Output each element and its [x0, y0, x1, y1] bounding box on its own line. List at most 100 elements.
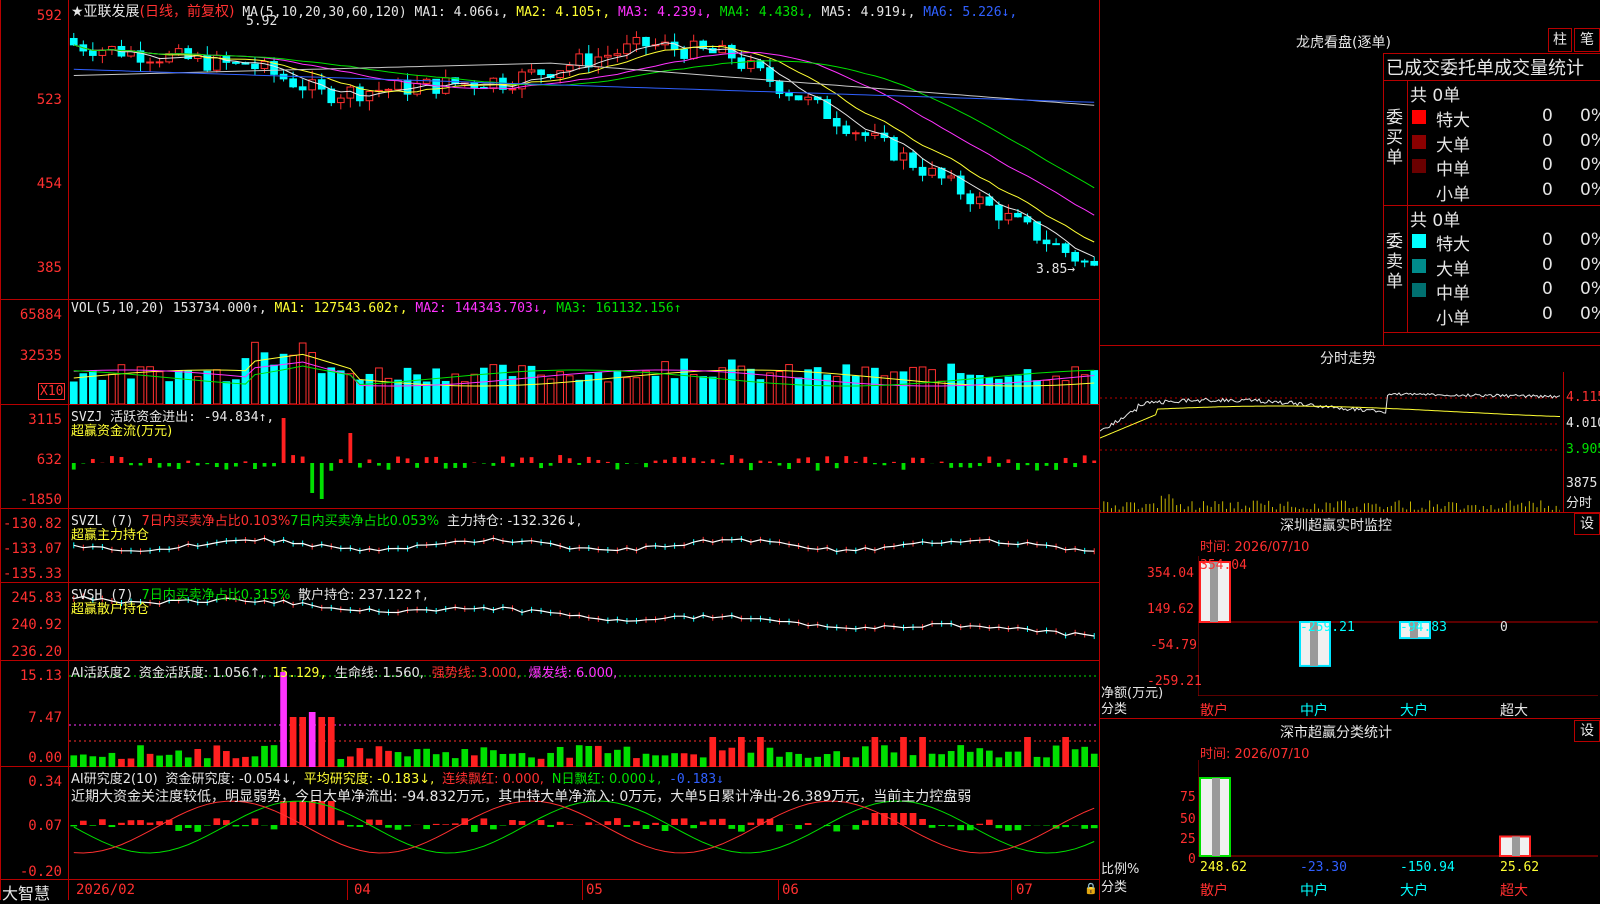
- intraday-title: 分时走势: [1320, 348, 1376, 368]
- candle-body: [862, 133, 869, 136]
- lock-icon[interactable]: 🔒: [1084, 882, 1098, 895]
- svzl-axis-3: -135.33: [0, 566, 62, 582]
- cls-title: 深市超赢分类统计: [1280, 722, 1392, 742]
- activity-bar: [767, 748, 774, 767]
- volume-bar: [872, 368, 879, 404]
- research-bar: [1024, 825, 1031, 826]
- ma-4-value: MA4: 4.438↓,: [712, 5, 814, 20]
- candle-body: [843, 126, 850, 133]
- sz-monitor-title: 深圳超赢实时监控: [1280, 515, 1392, 535]
- flow-bar: [959, 463, 963, 467]
- candle-body: [414, 83, 421, 94]
- research-bar: [547, 825, 554, 827]
- activity-bar: [414, 749, 421, 767]
- flow-bar: [120, 457, 124, 463]
- activity-bar: [404, 756, 411, 767]
- brand-logo[interactable]: 大智慧: [2, 880, 50, 904]
- ma-1-value: MA1: 4.066↓,: [415, 5, 509, 20]
- candle-body: [1053, 244, 1060, 245]
- activity-bar: [213, 745, 220, 767]
- intraday-chart[interactable]: [1100, 368, 1560, 512]
- activity-bar: [271, 745, 278, 767]
- volume-bar: [767, 373, 774, 404]
- research-bar: [852, 825, 859, 830]
- research-bar: [490, 825, 497, 829]
- air-axis-3: -0.20: [0, 864, 62, 880]
- air-a: 资金研究度: -0.054↓,: [166, 772, 296, 787]
- flow-bar: [759, 461, 763, 463]
- candlestick-chart[interactable]: [69, 0, 1099, 299]
- ma-3-value: MA3: 4.239↓,: [610, 5, 712, 20]
- sell-side-label: 委卖单: [1386, 232, 1406, 292]
- research-bar: [128, 820, 135, 825]
- activity-bar: [519, 753, 526, 767]
- buy-row-3: 中单00%: [1408, 154, 1600, 178]
- sell-row-4: 小单00%: [1408, 303, 1600, 327]
- tick-mode-button[interactable]: 笔: [1574, 28, 1600, 52]
- flow-bar: [987, 457, 991, 463]
- cls-settings-button[interactable]: 设: [1574, 720, 1600, 742]
- row-count: 0: [1542, 131, 1553, 151]
- candle-body: [738, 58, 745, 68]
- activity-bar: [967, 752, 974, 767]
- volume-bar: [118, 365, 125, 404]
- volume-bar: [719, 368, 726, 404]
- activity-bar: [309, 712, 316, 767]
- research-bar: [862, 820, 869, 825]
- volume-bar: [881, 376, 888, 404]
- research-bar: [442, 824, 449, 825]
- candle-body: [795, 96, 802, 100]
- activity-bar: [337, 759, 344, 767]
- air-legend: AI研究度2(10) 资金研究度: -0.054↓, 平均研究度: -0.183…: [71, 768, 724, 787]
- svzl-c: 主力持仓: -132.326↓,: [447, 514, 581, 529]
- research-bar: [509, 820, 516, 825]
- flow-bar: [520, 458, 524, 463]
- row-percent: 0%: [1580, 180, 1600, 200]
- volume-bar: [986, 378, 993, 404]
- candle-body: [690, 41, 697, 58]
- flow-bar: [320, 463, 324, 499]
- research-bar: [271, 825, 278, 829]
- flow-bar: [902, 463, 906, 470]
- flow-bar: [205, 463, 209, 464]
- buy-row-4: 小单00%: [1408, 179, 1600, 203]
- activity-bar: [376, 746, 383, 767]
- research-bar: [1005, 825, 1012, 831]
- research-bar: [204, 825, 211, 826]
- sz-monitor-chart[interactable]: [1198, 556, 1598, 696]
- research-bar: [481, 818, 488, 825]
- activity-bar: [891, 752, 898, 767]
- candle-body: [996, 205, 1003, 220]
- activity-bar: [166, 755, 173, 767]
- volume-bar: [1053, 376, 1060, 404]
- longhu-title: 龙虎看盘(逐单): [1296, 32, 1391, 52]
- activity-bar: [576, 745, 583, 767]
- period-label[interactable]: (日线，前复权): [140, 4, 235, 20]
- stock-name[interactable]: ★亚联发展: [71, 4, 140, 20]
- cls-value-3: -150.94: [1400, 860, 1455, 875]
- flow-bar: [301, 457, 305, 463]
- research-bar: [748, 823, 755, 825]
- activity-bar: [99, 757, 106, 767]
- volume-bar: [690, 374, 697, 404]
- price-panel[interactable]: [69, 0, 1099, 299]
- row-name: 特大: [1436, 230, 1470, 255]
- air-c: 连续飘红: 0.000,: [442, 772, 544, 787]
- flow-bar: [768, 461, 772, 463]
- activity-bar: [757, 737, 764, 767]
- flow-bar: [558, 455, 562, 463]
- volume-bar: [614, 371, 621, 404]
- volume-bar: [1024, 370, 1031, 404]
- volume-bar: [833, 376, 840, 404]
- research-bar: [385, 825, 392, 828]
- bar-mode-button[interactable]: 柱: [1548, 28, 1572, 52]
- volume-bar: [1072, 367, 1079, 404]
- research-bar: [366, 820, 373, 825]
- ai2-a: 资金活跃度: 1.056↑,: [139, 666, 265, 681]
- research-bar: [1015, 825, 1022, 830]
- intraday-axis-2: 4.010: [1566, 416, 1600, 431]
- volume-bar: [509, 377, 516, 404]
- sz-settings-button[interactable]: 设: [1574, 513, 1600, 535]
- activity-bar: [500, 754, 507, 767]
- row-count: 0: [1542, 255, 1553, 275]
